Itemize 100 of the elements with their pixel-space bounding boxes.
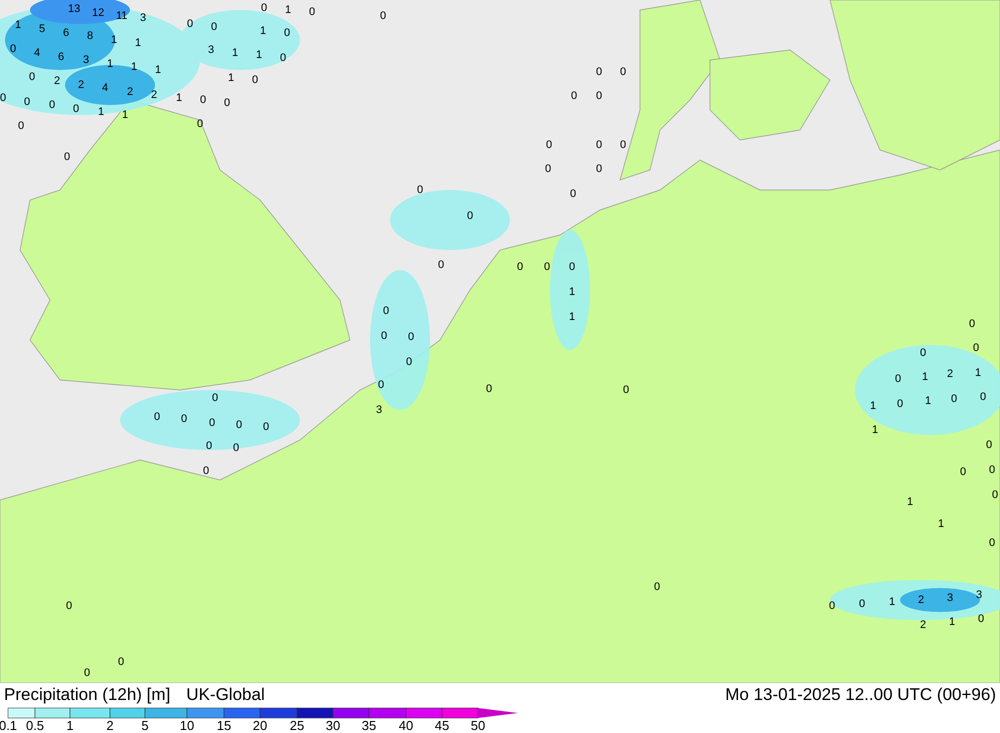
precipitation-value: 3 [208, 45, 214, 56]
precipitation-value: 1 [232, 48, 238, 59]
precipitation-value: 1 [949, 617, 956, 628]
precipitation-value: 0 [263, 422, 270, 433]
precipitation-value: 1 [889, 597, 896, 608]
scale-label: 2 [106, 719, 114, 732]
precipitation-value: 0 [596, 140, 602, 151]
precipitation-value: 1 [260, 26, 266, 37]
precipitation-value: 0 [467, 211, 474, 222]
precipitation-value: 1 [155, 65, 162, 76]
precipitation-value: 3 [947, 593, 954, 604]
model-name: UK-Global [186, 684, 265, 706]
precipitation-value: 0 [203, 466, 210, 477]
scale-label: 1 [66, 719, 74, 732]
precipitation-value: 1 [938, 519, 944, 530]
precipitation-value: 1 [922, 372, 928, 383]
precipitation-value: 3 [83, 55, 90, 66]
precipitation-value: 3 [976, 590, 982, 601]
forecast-datetime: Mo 13-01-2025 12..00 UTC (00+96) [725, 684, 996, 706]
precipitation-value: 1 [907, 497, 914, 508]
precipitation-value: 2 [78, 80, 84, 91]
precipitation-value: 0 [211, 22, 218, 33]
precipitation-value: 2 [918, 595, 924, 606]
precipitation-value: 1 [176, 93, 182, 104]
precipitation-value: 0 [859, 599, 866, 610]
precipitation-value: 0 [546, 140, 552, 151]
precipitation-value: 0 [986, 440, 992, 451]
precipitation-value: 6 [58, 52, 64, 63]
precipitation-value: 0 [897, 399, 904, 410]
precipitation-value: 0 [73, 104, 80, 115]
precipitation-value: 1 [228, 73, 234, 84]
precipitation-value: 2 [54, 76, 60, 87]
precipitation-value: 0 [829, 601, 836, 612]
precipitation-value: 0 [989, 465, 996, 476]
precipitation-value: 0 [309, 7, 316, 18]
precipitation-value: 2 [947, 369, 954, 380]
precipitation-value: 0 [969, 319, 976, 330]
precipitation-value: 0 [438, 260, 444, 271]
precipitation-value: 0 [29, 72, 36, 83]
precipitation-value: 0 [64, 152, 70, 163]
precipitation-value: 4 [34, 48, 40, 59]
precipitation-value: 12 [92, 8, 104, 19]
precipitation-value: 0 [280, 53, 286, 64]
precipitation-value: 0 [84, 668, 90, 679]
precipitation-value: 0 [545, 164, 552, 175]
precipitation-value: 0 [654, 582, 660, 593]
precipitation-value: 0 [233, 443, 240, 454]
precipitation-value: 6 [63, 28, 70, 39]
precipitation-value: 0 [978, 614, 984, 625]
precipitation-value: 0 [383, 306, 390, 317]
precipitation-value: 0 [284, 28, 290, 39]
precipitation-value: 0 [486, 384, 492, 395]
precipitation-value: 0 [181, 414, 188, 425]
precipitation-value: 0 [620, 140, 626, 151]
precipitation-value: 0 [417, 185, 424, 196]
precipitation-value: 0 [895, 374, 902, 385]
precipitation-value: 0 [261, 3, 268, 14]
scale-label: 5 [141, 719, 149, 732]
precipitation-value: 1 [135, 38, 142, 49]
precipitation-value: 0 [596, 91, 602, 102]
precipitation-value: 1 [111, 35, 118, 46]
precipitation-value: 8 [87, 31, 94, 42]
precipitation-value: 0 [252, 75, 258, 86]
precipitation-value: 1 [131, 62, 138, 73]
precipitation-value: 13 [68, 4, 80, 15]
precipitation-value: 0 [596, 67, 602, 78]
precipitation-value: 4 [102, 83, 108, 94]
scale-label: 0.5 [26, 719, 44, 732]
precipitation-value: 0 [620, 67, 626, 78]
precipitation-value: 0 [49, 100, 56, 111]
scale-label: 40 [398, 719, 414, 732]
precipitation-value: 1 [872, 425, 878, 436]
precipitation-value: 0 [378, 380, 384, 391]
precipitation-value: 1 [98, 107, 104, 118]
precipitation-value: 0 [960, 467, 966, 478]
precipitation-value: 0 [570, 189, 576, 200]
precipitation-value: 1 [107, 59, 114, 70]
precipitation-value: 0 [187, 19, 194, 30]
precipitation-value: 0 [224, 98, 230, 109]
precipitation-value: 0 [408, 332, 414, 343]
precipitation-value: 2 [151, 90, 158, 101]
scale-label: 45 [434, 719, 450, 732]
precipitation-value: 1 [569, 312, 576, 323]
precipitation-value: 0 [380, 11, 386, 22]
precipitation-value: 2 [920, 620, 926, 631]
precipitation-value: 0 [10, 44, 16, 55]
precipitation-value: 0 [992, 490, 998, 501]
precipitation-value: 0 [544, 262, 550, 273]
scale-label: 20 [252, 719, 268, 732]
precipitation-value: 0 [236, 420, 242, 431]
precipitation-value: 2 [127, 87, 134, 98]
precipitation-value: 0 [209, 418, 216, 429]
precipitation-value: 1 [569, 287, 576, 298]
precipitation-value: 1 [256, 50, 262, 61]
precipitation-value: 0 [406, 357, 412, 368]
precipitation-value: 0 [571, 91, 578, 102]
precipitation-value: 11 [116, 11, 128, 22]
scale-label: 25 [290, 719, 304, 732]
precipitation-value: 0 [154, 412, 160, 423]
precipitation-value: 1 [925, 396, 932, 407]
